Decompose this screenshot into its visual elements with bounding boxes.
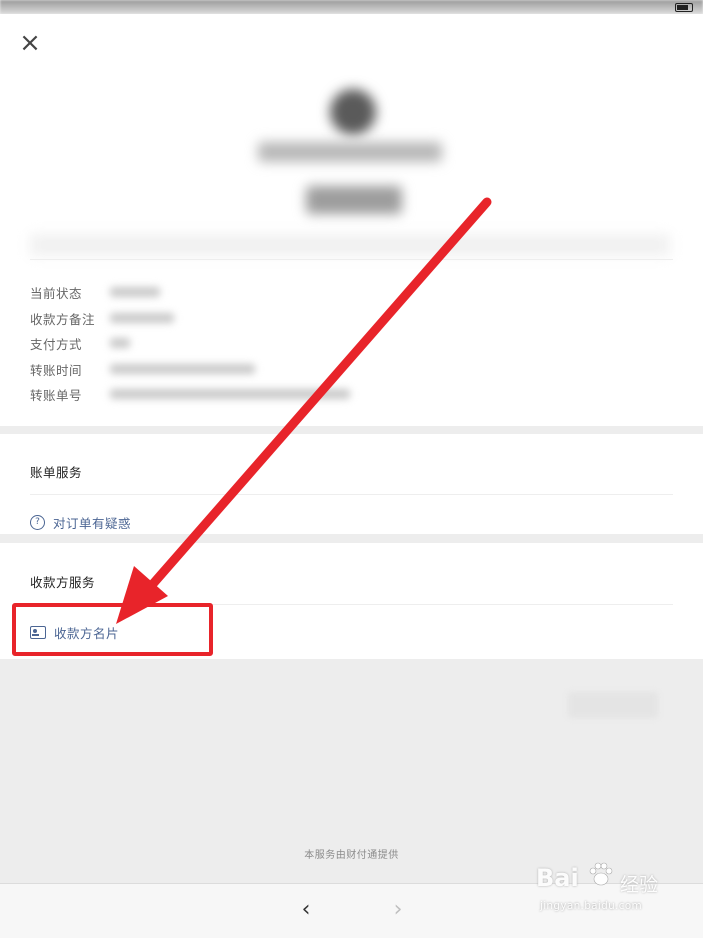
chevron-left-icon[interactable]: ‹ [294, 898, 318, 922]
service-provider-note: 本服务由财付通提供 [304, 850, 399, 861]
gray-button-blurred [568, 692, 658, 718]
paw-icon [589, 862, 613, 886]
watermark-brand: Bai [536, 864, 579, 892]
watermark-brand-cn: 经验 [620, 874, 659, 896]
chevron-right-icon[interactable]: › [386, 898, 410, 922]
watermark-url: jingyan.baidu.com [540, 900, 642, 912]
baidu-jingyan-watermark: Bai 经验 jingyan.baidu.com [536, 860, 686, 920]
annotation-arrow [116, 197, 492, 624]
